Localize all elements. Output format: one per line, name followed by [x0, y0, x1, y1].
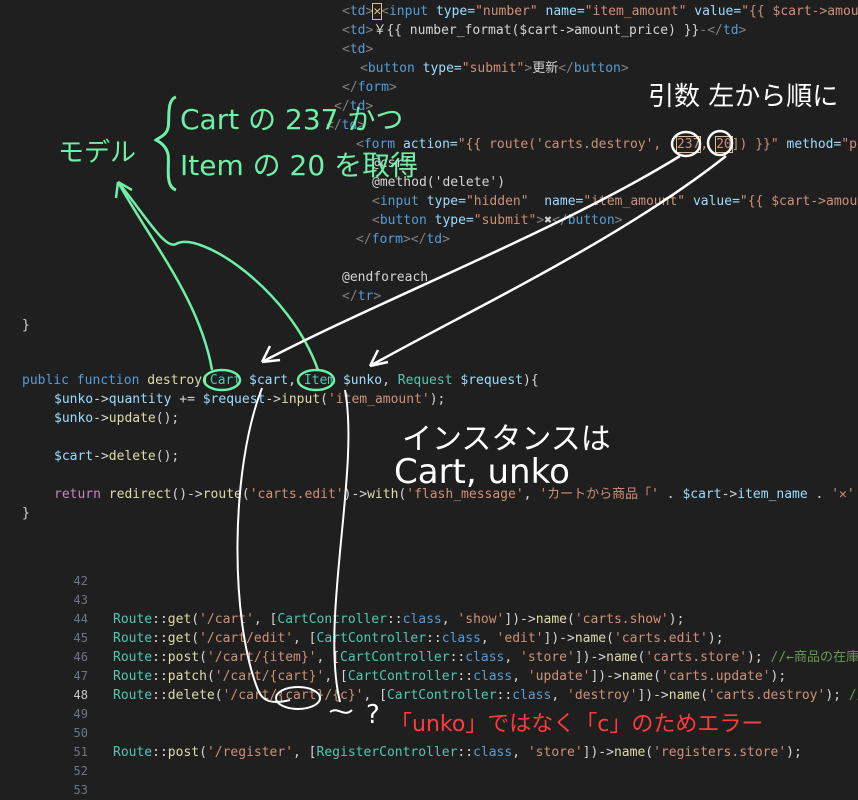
code-line: <td>￥{{ number_format($cart->amount_pric… [342, 23, 747, 38]
code-line: @endforeach [342, 270, 429, 285]
route-line: Route::get('/cart', [CartController::cla… [113, 612, 685, 627]
line-number: 44 [73, 612, 88, 626]
annotation-instance-line2: Cart, unko [394, 452, 570, 492]
route-line: Route::get('/cart/edit', [CartController… [113, 631, 724, 646]
white-arrowhead [368, 349, 389, 368]
line-number: 51 [73, 745, 88, 759]
line-number: 49 [73, 707, 88, 721]
line-number: 53 [73, 783, 88, 797]
code-line: } [22, 506, 30, 521]
annotation-model-line1: Cart の 237 かつ [180, 103, 404, 136]
green-arrow [117, 181, 320, 371]
white-arrowhead [260, 345, 281, 364]
line-number: 42 [73, 574, 88, 588]
code-line: <button type="submit">✖</button> [372, 213, 623, 228]
model-brace [153, 95, 177, 192]
code-line: <td>✕<input type="number" name="item_amo… [342, 3, 858, 20]
line-number: 52 [73, 764, 88, 778]
code-line: $unko->quantity += $request->input('item… [54, 392, 446, 407]
code-line: <input type="hidden" name="item_amount" … [372, 194, 858, 209]
route-line-active: Route::delete('/cart/{cart}/{c}', [CartC… [113, 688, 858, 703]
route-line: Route::post('/cart/{item}', [CartControl… [113, 650, 858, 665]
line-number: 43 [73, 593, 88, 607]
code-line: <button type="submit">更新</button> [360, 61, 629, 76]
route-line: Route::post('/register', [RegisterContro… [113, 745, 802, 760]
annotation-error-text: 「unko」ではなく「c」のためエラー [390, 712, 764, 737]
line-number-active: 48 [73, 688, 88, 702]
route-line: Route::patch('/cart/{cart}', [CartContro… [113, 669, 787, 684]
green-arrowhead [114, 180, 133, 199]
line-number: 47 [73, 669, 88, 683]
function-signature: public function destroy(Cart $cart, Item… [22, 373, 539, 388]
code-line: </form> [342, 80, 397, 95]
code-line: } [22, 318, 30, 333]
green-arrow [116, 181, 214, 371]
annotation-args-label: 引数 左から順に [648, 82, 839, 112]
annotation-model-line2: Item の 20 を取得 [180, 149, 419, 182]
code-line: $unko->update(); [54, 411, 180, 426]
line-number: 50 [73, 726, 88, 740]
code-line: </form></td> [356, 232, 450, 247]
code-line: $cart->delete(); [54, 449, 180, 464]
line-number: 45 [73, 631, 88, 645]
code-line: </tr> [342, 289, 382, 304]
squiggle-c-param [329, 709, 353, 714]
annotation-model-label: モデル [58, 138, 137, 168]
code-line: <td> [342, 42, 374, 57]
annotation-question-mark: ? [366, 700, 380, 730]
code-line: <form action="{{ route('carts.destroy', … [356, 136, 858, 153]
line-number: 46 [73, 650, 88, 664]
